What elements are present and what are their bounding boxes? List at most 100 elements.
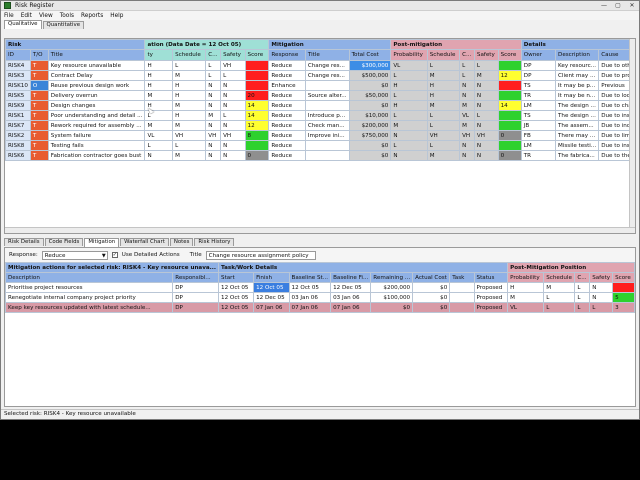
table-row[interactable]: RISK8 T Testing fails L L N N Reduce $0 L L N N LM Mis… — [5, 140, 635, 151]
cell-to[interactable]: T — [29, 110, 49, 121]
tab-risk-history[interactable]: Risk History — [194, 238, 235, 246]
cell-id[interactable]: RISK10 — [5, 80, 31, 91]
column-header[interactable]: Owner — [520, 49, 557, 61]
tab-quantitative[interactable]: Quantitative — [42, 21, 85, 29]
cell-owner[interactable]: TR — [520, 150, 557, 161]
cell-pp[interactable]: H — [390, 80, 428, 91]
cell-prob[interactable]: VL — [507, 302, 545, 313]
cell-sf[interactable]: VH — [220, 130, 246, 141]
cell-mtitle[interactable] — [304, 80, 350, 91]
cell-p[interactable]: VL — [144, 130, 174, 141]
cell-finish[interactable]: 07 Jan 06 — [253, 302, 290, 313]
cell-score[interactable] — [244, 60, 270, 71]
cell-pc[interactable]: N — [459, 150, 475, 161]
cell-score[interactable]: 20 — [244, 90, 270, 101]
cell-resp[interactable]: Reduce — [268, 140, 306, 151]
cell-c[interactable]: N — [205, 100, 222, 111]
cell-score[interactable]: 14 — [244, 100, 270, 111]
table-row[interactable]: RISK9 T Design changes H M N N 14 Reduce $0 H M M N 14… — [5, 100, 635, 111]
cell-psf[interactable]: N — [473, 120, 499, 131]
cell-desc[interactable]: Keep key resources updated with latest s… — [5, 302, 174, 313]
cell-safety[interactable]: L — [589, 302, 614, 313]
cell-bstart[interactable]: 07 Jan 06 — [288, 302, 332, 313]
cell-pp[interactable]: N — [390, 130, 428, 141]
cell-ps[interactable]: L — [426, 110, 461, 121]
menu-view[interactable]: View — [39, 13, 53, 19]
cell-cost[interactable]: $50,000 — [348, 90, 392, 101]
column-header[interactable]: Responsibl... — [172, 272, 220, 283]
cell-title[interactable]: Delivery overrun — [47, 90, 146, 101]
cell-id[interactable]: RISK3 — [5, 70, 31, 81]
menu-tools[interactable]: Tools — [60, 13, 74, 19]
cell-start[interactable]: 12 Oct 05 — [218, 282, 255, 293]
cell-resp[interactable]: Reduce — [268, 120, 306, 131]
cell-pc[interactable]: N — [459, 80, 475, 91]
cell-sf[interactable]: VH — [220, 60, 246, 71]
menu-file[interactable]: File — [4, 13, 14, 19]
cell-psf[interactable]: VH — [473, 130, 499, 141]
cell-to[interactable]: T — [29, 140, 49, 151]
cell-cost[interactable]: $0 — [348, 150, 392, 161]
cell-pp[interactable]: L — [390, 70, 428, 81]
cell-title[interactable]: Reuse previous design work — [47, 80, 146, 91]
cell-p[interactable]: M — [144, 90, 174, 101]
cell-c[interactable]: L — [205, 70, 222, 81]
cell-sched[interactable]: M — [543, 282, 576, 293]
cell-s[interactable]: L — [172, 140, 207, 151]
cell-status[interactable]: Proposed — [473, 292, 509, 303]
cell-ps[interactable]: M — [426, 150, 461, 161]
cell-title[interactable]: Design changes — [47, 100, 146, 111]
table-row[interactable]: RISK5 T Delivery overrun M H N N 20 Reduce Source… — [5, 90, 635, 101]
cell-task[interactable] — [449, 282, 475, 293]
column-header[interactable]: ID — [5, 49, 31, 61]
column-header[interactable]: Task — [449, 272, 475, 283]
column-header[interactable]: ty — [144, 49, 174, 61]
cell-mtitle[interactable] — [304, 140, 350, 151]
cell-task[interactable] — [449, 292, 475, 303]
cell-resp[interactable]: Reduce — [268, 100, 306, 111]
cell-pp[interactable]: N — [390, 150, 428, 161]
cell-ps[interactable]: VH — [426, 130, 461, 141]
cell-psf[interactable]: N — [473, 100, 499, 111]
cell-cost[interactable]: $750,000 — [348, 130, 392, 141]
cell-owner[interactable]: FB — [520, 130, 557, 141]
cell-mtitle[interactable]: Change res... — [304, 60, 350, 71]
cell-cost[interactable]: L — [574, 292, 591, 303]
cell-desc[interactable]: Client may ... — [555, 70, 600, 81]
column-header[interactable]: Remaining ... — [370, 272, 414, 283]
cell-ps[interactable]: L — [426, 120, 461, 131]
cell-resp[interactable]: DP — [172, 282, 220, 293]
cell-desc[interactable]: The design ... — [555, 110, 600, 121]
cell-mtitle[interactable]: Improve ini... — [304, 130, 350, 141]
column-header[interactable]: Status — [473, 272, 509, 283]
cell-safety[interactable]: N — [589, 282, 614, 293]
cell-s[interactable]: H — [172, 110, 207, 121]
cell-score[interactable] — [244, 140, 270, 151]
cell-actual[interactable]: $0 — [412, 282, 451, 293]
cell-ps[interactable]: H — [426, 80, 461, 91]
cell-ps[interactable]: M — [426, 70, 461, 81]
cell-safety[interactable]: N — [589, 292, 614, 303]
cell-owner[interactable]: LM — [520, 140, 557, 151]
cell-task[interactable] — [449, 302, 475, 313]
title-input[interactable]: Change resource assignment policy — [205, 250, 316, 260]
cell-remaining[interactable]: $200,000 — [370, 282, 414, 293]
cell-sf[interactable]: N — [220, 100, 246, 111]
cell-resp[interactable]: Enhance — [268, 80, 306, 91]
column-header[interactable]: Baseline Fi... — [330, 272, 372, 283]
cell-sf[interactable]: N — [220, 80, 246, 91]
cell-finish[interactable]: 12 Oct 05 — [253, 282, 290, 293]
cell-p[interactable]: H — [144, 60, 174, 71]
cell-id[interactable]: RISK9 — [5, 100, 31, 111]
cell-desc[interactable]: Missile testi... — [555, 140, 600, 151]
cell-score[interactable]: 8 — [244, 130, 270, 141]
mitigation-row[interactable]: Renegotiate internal company project pri… — [5, 292, 635, 303]
table-row[interactable]: RISK6 T Fabrication contractor goes bust N M… — [5, 150, 635, 161]
cell-mtitle[interactable]: Check man... — [304, 120, 350, 131]
column-header[interactable]: Probability — [390, 49, 428, 61]
cell-title[interactable]: Key resource unavailable — [47, 60, 146, 71]
cell-pc[interactable]: N — [459, 90, 475, 101]
cell-title[interactable]: Fabrication contractor goes bust — [47, 150, 146, 161]
cell-pc[interactable]: M — [459, 120, 475, 131]
cell-to[interactable]: T — [29, 90, 49, 101]
